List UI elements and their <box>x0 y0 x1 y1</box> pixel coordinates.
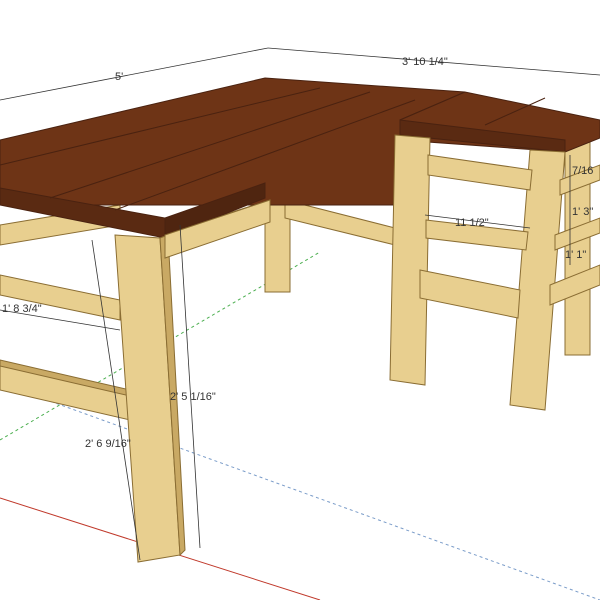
return-rail-top <box>427 154 533 191</box>
dim-label-shelf-gap-2: 1' 1" <box>565 249 586 261</box>
return-front-left-leg <box>389 134 431 386</box>
dim-label-return-length: 3' 10 1/4" <box>402 56 448 68</box>
dim-line-overall-height <box>179 224 201 549</box>
blue-axis-line <box>0 382 600 600</box>
dim-label-apron-depth: 1' 8 3/4" <box>2 303 42 315</box>
return-front-right-leg <box>509 149 566 411</box>
desk-model-scene: 5' 3' 10 1/4" 11 1/2" 7/16 1' 3" 1' 1" 1… <box>0 47 600 600</box>
dim-label-leg-height: 2' 5 1/16" <box>170 391 216 403</box>
dim-label-overall-height: 2' 6 9/16" <box>85 438 131 450</box>
front-left-leg-group <box>114 199 271 563</box>
dim-label-top-length: 5' <box>115 71 123 83</box>
modeling-viewport[interactable]: 5' 3' 10 1/4" 11 1/2" 7/16 1' 3" 1' 1" 1… <box>0 0 600 600</box>
left-end-lower-rail <box>0 364 131 421</box>
dim-label-shelf-height-top: 7/16 <box>572 165 593 177</box>
back-rail-long <box>284 199 396 246</box>
dim-label-return-width: 11 1/2" <box>455 217 489 229</box>
dim-label-shelf-gap-1: 1' 3" <box>572 206 593 218</box>
return-rail-lower <box>419 269 521 319</box>
